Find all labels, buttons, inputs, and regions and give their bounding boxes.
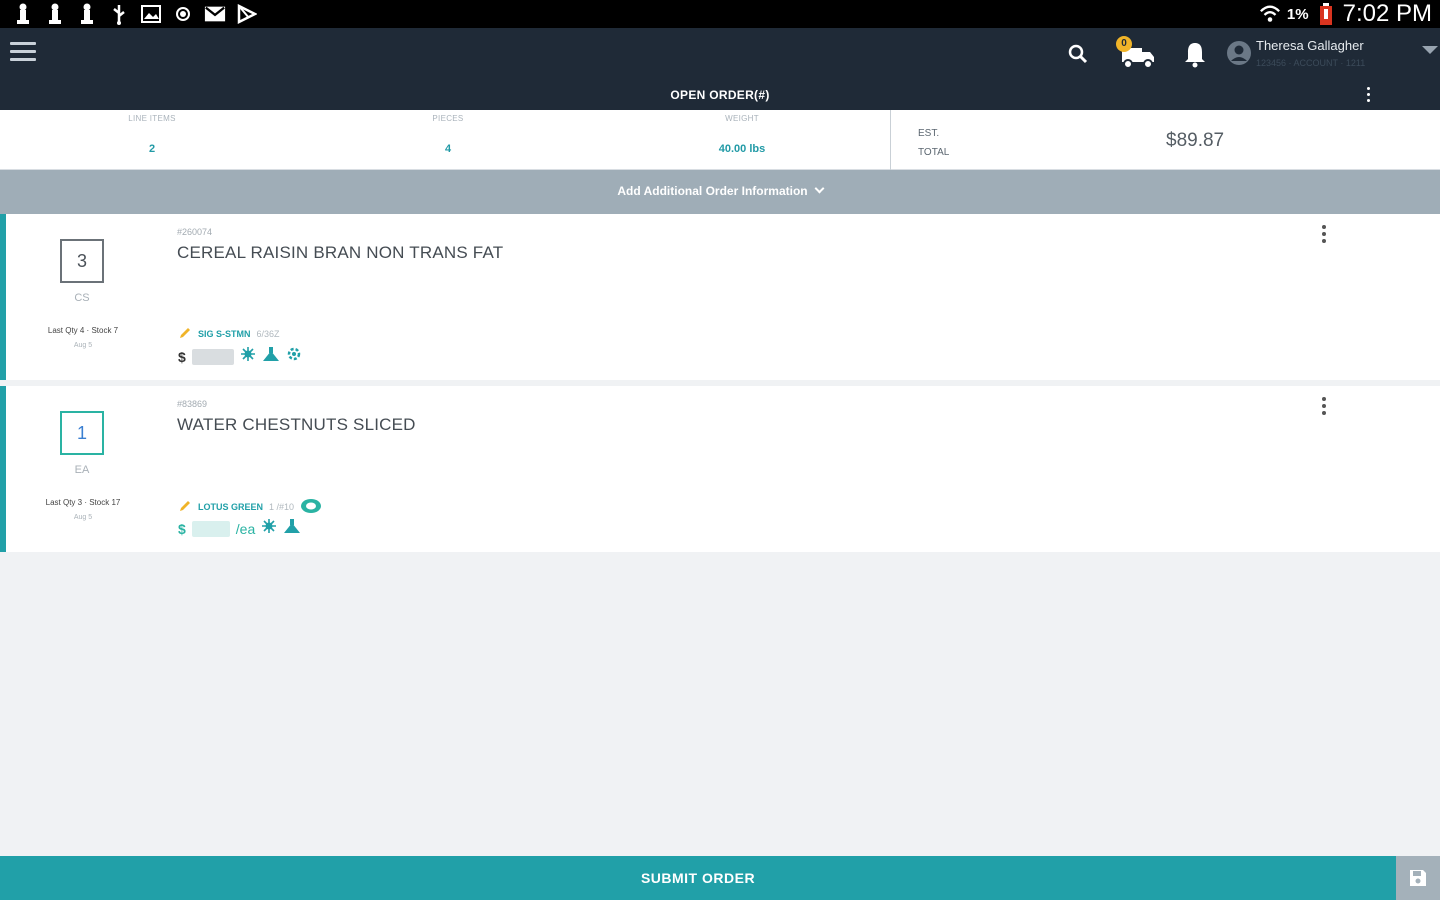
- price-row: $: [178, 346, 302, 367]
- est-total-label: EST. TOTAL: [918, 124, 978, 162]
- app-header: 0 Theresa Gallagher 123456 · ACCOUNT · 1…: [0, 28, 1440, 80]
- caret-down-icon: [1422, 46, 1438, 54]
- brand-row: LOTUS GREEN 1 /#10: [178, 498, 322, 516]
- page-title: OPEN ORDER(#): [670, 88, 770, 102]
- weight-label: WEIGHT: [725, 114, 759, 123]
- price-row: $ /ea: [178, 518, 301, 539]
- quantity-input[interactable]: 3: [60, 239, 104, 283]
- last-qty-stock: Last Qty 4 · Stock 7: [47, 326, 119, 335]
- submit-order-button[interactable]: SUBMIT ORDER: [0, 856, 1396, 900]
- image-icon: [140, 3, 162, 25]
- item-more-options-icon[interactable]: [1316, 222, 1332, 248]
- order-line-item: 1 EA Last Qty 3 · Stock 17 Aug 5 #83869 …: [0, 386, 1440, 552]
- user-name: Theresa Gallagher: [1256, 38, 1364, 53]
- farm-icon: [283, 518, 301, 539]
- chess-piece-icon: [12, 3, 34, 25]
- delivery-truck-button[interactable]: 0: [1116, 36, 1160, 70]
- usb-icon: [108, 3, 130, 25]
- battery-percent: 1%: [1286, 5, 1309, 23]
- est-label-line2: TOTAL: [918, 147, 950, 158]
- truck-badge: 0: [1116, 36, 1132, 52]
- quantity-input[interactable]: 1: [60, 411, 104, 455]
- pencil-icon[interactable]: [178, 326, 192, 342]
- user-menu[interactable]: Theresa Gallagher 123456 · ACCOUNT · 121…: [1226, 36, 1440, 74]
- pieces-label: PIECES: [432, 114, 464, 123]
- last-order-date: Aug 5: [73, 342, 93, 349]
- item-number: #260074: [177, 227, 213, 237]
- brand-row: SIG S-STMN 6/36Z: [178, 326, 280, 342]
- est-label-line1: EST.: [918, 128, 940, 139]
- unit-of-measure: CS: [74, 292, 90, 304]
- user-account: 123456 · ACCOUNT · 1211: [1256, 58, 1366, 68]
- battery-low-icon: [1315, 3, 1337, 25]
- wifi-icon: [1259, 3, 1281, 25]
- order-line-item: 3 CS Last Qty 4 · Stock 7 Aug 5 #260074 …: [0, 214, 1440, 380]
- status-bar: 1% 7:02 PM: [0, 0, 1440, 28]
- chevron-down-icon: [814, 183, 825, 194]
- line-items-value: 2: [148, 143, 156, 155]
- price-hidden: [191, 348, 234, 365]
- est-total-value: $89.87: [1166, 130, 1225, 151]
- record-icon: [172, 3, 194, 25]
- bell-icon[interactable]: [1182, 40, 1208, 68]
- last-order-date: Aug 5: [73, 514, 93, 521]
- snowflake-icon: [240, 346, 256, 367]
- notification-icons: [12, 2, 258, 26]
- more-options-icon[interactable]: [1358, 84, 1378, 106]
- clock: 7:02 PM: [1342, 0, 1432, 27]
- price-hidden: [191, 520, 230, 537]
- brand-name: SIG S-STMN: [198, 329, 251, 339]
- can-icon: [300, 498, 322, 516]
- pieces-value: 4: [444, 143, 452, 155]
- per-unit: /ea: [235, 520, 256, 537]
- avatar-icon: [1226, 40, 1252, 66]
- item-number: #83869: [177, 399, 208, 409]
- search-icon[interactable]: [1066, 42, 1090, 66]
- status-right: 1% 7:02 PM: [1259, 0, 1432, 28]
- currency-symbol: $: [178, 520, 186, 537]
- add-order-info-toggle[interactable]: Add Additional Order Information: [0, 170, 1440, 214]
- item-more-options-icon[interactable]: [1316, 394, 1332, 420]
- summary-weight: WEIGHT 40.00 lbs: [642, 110, 842, 170]
- unit-of-measure: EA: [74, 464, 90, 476]
- chess-piece-icon: [76, 3, 98, 25]
- pack-size: 1 /#10: [269, 502, 295, 512]
- gmail-icon: [204, 3, 226, 25]
- save-icon: [1410, 870, 1426, 886]
- weight-value: 40.00 lbs: [718, 143, 766, 155]
- summary-pieces: PIECES 4: [348, 110, 548, 170]
- currency-symbol: $: [178, 348, 186, 365]
- chess-piece-icon: [44, 3, 66, 25]
- item-name[interactable]: CEREAL RAISIN BRAN NON TRANS FAT: [177, 243, 503, 263]
- add-order-info-row: Add Additional Order Information: [0, 183, 1440, 198]
- item-name[interactable]: WATER CHESTNUTS SLICED: [177, 415, 416, 435]
- submit-order-label: SUBMIT ORDER: [640, 870, 756, 886]
- pencil-icon[interactable]: [178, 499, 192, 515]
- line-items-label: LINE ITEMS: [128, 114, 176, 123]
- save-button[interactable]: [1396, 856, 1440, 900]
- last-qty-stock: Last Qty 3 · Stock 17: [45, 498, 121, 507]
- summary-line-items: LINE ITEMS 2: [52, 110, 252, 170]
- play-store-icon: [236, 3, 258, 25]
- snowflake-icon: [261, 518, 277, 539]
- pack-size: 6/36Z: [256, 329, 280, 339]
- title-bar: OPEN ORDER(#): [0, 80, 1440, 110]
- farm-icon: [262, 346, 280, 367]
- summary-divider: [890, 110, 891, 170]
- menu-icon[interactable]: [10, 42, 36, 64]
- brand-name: LOTUS GREEN: [198, 502, 264, 512]
- add-order-info-label: Add Additional Order Information: [617, 184, 808, 198]
- gear-icon: [286, 346, 302, 367]
- order-summary: LINE ITEMS 2 PIECES 4 WEIGHT 40.00 lbs E…: [0, 110, 1440, 170]
